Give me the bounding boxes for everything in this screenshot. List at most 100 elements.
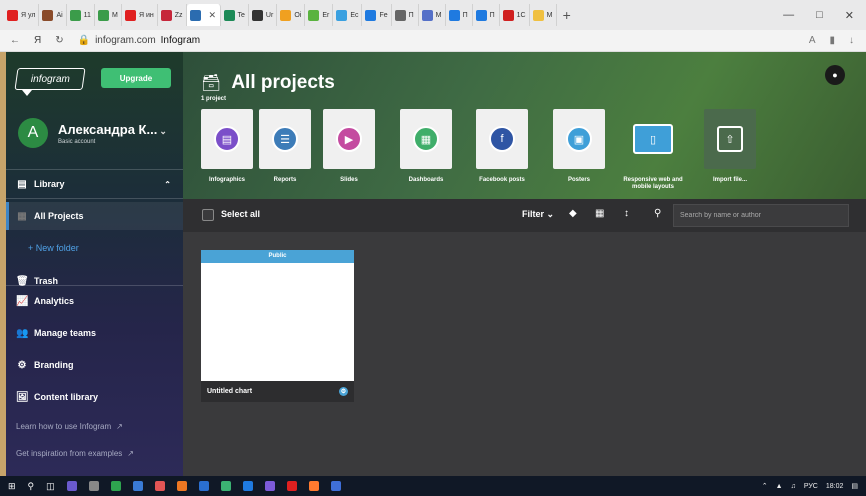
browser-tab[interactable]: Я ул bbox=[4, 4, 40, 26]
sidebar-item-branding[interactable]: ⚙ Branding bbox=[6, 351, 183, 379]
select-all-checkbox[interactable] bbox=[202, 209, 214, 221]
tab-label: Oi bbox=[294, 11, 302, 19]
notification-icon[interactable]: ▤ bbox=[851, 482, 858, 490]
settings-icon[interactable]: ⚙ bbox=[339, 387, 348, 396]
chevron-up-icon: ⌃ bbox=[164, 179, 171, 189]
grid-view-icon[interactable]: ▦ bbox=[595, 208, 604, 219]
close-icon[interactable]: ✕ bbox=[845, 9, 854, 22]
browser-tab[interactable]: П bbox=[446, 4, 473, 26]
windows-start-icon[interactable]: ⊞ bbox=[8, 481, 16, 492]
logo-text: infogram bbox=[30, 73, 70, 85]
sidebar-item-label: Manage teams bbox=[34, 328, 97, 338]
project-card[interactable]: Public Untitled chart ⚙ bbox=[201, 250, 354, 402]
app-icon[interactable] bbox=[66, 481, 77, 491]
browser-tab[interactable]: Zz bbox=[158, 4, 187, 26]
project-type-card-import[interactable]: ⇧ bbox=[704, 109, 756, 169]
infogram-logo[interactable]: infogram bbox=[14, 68, 86, 90]
reload-icon[interactable]: ↻ bbox=[55, 35, 63, 46]
project-type-label: Posters bbox=[567, 177, 590, 183]
browser-tab[interactable]: Oi bbox=[277, 4, 306, 26]
project-type-card-facebook[interactable]: f bbox=[476, 109, 528, 169]
tab-label: Fe bbox=[379, 11, 388, 19]
browser-tab[interactable]: П bbox=[392, 4, 419, 26]
search-icon[interactable]: ⚲ bbox=[28, 481, 35, 492]
network-icon[interactable]: ▲ bbox=[776, 483, 783, 490]
app-icon[interactable] bbox=[220, 481, 231, 491]
palette-icon: ⚙ bbox=[17, 359, 27, 371]
app-icon[interactable] bbox=[308, 481, 319, 491]
sidebar-item-analytics[interactable]: 📈 Analytics bbox=[6, 287, 183, 315]
language-indicator[interactable]: РУС bbox=[804, 483, 818, 490]
app-icon[interactable] bbox=[242, 481, 253, 491]
close-tab-icon[interactable]: ✕ bbox=[209, 10, 217, 21]
filter-dropdown[interactable]: Filter ⌄ bbox=[522, 209, 554, 220]
chevron-up-icon[interactable]: ⌃ bbox=[762, 482, 768, 490]
sidebar-item-all-projects[interactable]: ▦ All Projects bbox=[6, 202, 183, 230]
browser-tab[interactable]: П bbox=[473, 4, 500, 26]
report-icon: ☰ bbox=[272, 126, 298, 152]
browser-tab[interactable]: Te bbox=[221, 4, 249, 26]
app-icon[interactable] bbox=[330, 481, 341, 491]
sidebar-item-library[interactable]: ▤ Library ⌃ bbox=[6, 170, 183, 198]
window-controls: — □ ✕ bbox=[783, 9, 854, 22]
sidebar-item-manage-teams[interactable]: 👥 Manage teams bbox=[6, 319, 183, 347]
app-icon[interactable] bbox=[264, 481, 275, 491]
translate-icon[interactable]: A bbox=[809, 35, 816, 46]
tab-label: Er bbox=[322, 11, 330, 19]
select-all-label[interactable]: Select all bbox=[221, 209, 260, 219]
project-thumbnail[interactable] bbox=[201, 263, 354, 381]
browser-tab[interactable]: Fe bbox=[362, 4, 392, 26]
project-type-card-slides[interactable]: ▶ bbox=[323, 109, 375, 169]
back-icon[interactable]: ← bbox=[10, 35, 20, 46]
browser-tab[interactable]: M bbox=[530, 4, 557, 26]
tab-label: 11 bbox=[83, 11, 91, 19]
sidebar-item-content-library[interactable]: 🖼 Content library bbox=[6, 383, 183, 411]
app-icon[interactable] bbox=[198, 481, 209, 491]
app-icon[interactable] bbox=[154, 481, 165, 491]
account-icon[interactable]: ● bbox=[825, 65, 845, 85]
maximize-icon[interactable]: □ bbox=[816, 9, 823, 22]
app-icon[interactable] bbox=[176, 481, 187, 491]
app-icon[interactable] bbox=[132, 481, 143, 491]
new-folder-link[interactable]: + New folder bbox=[6, 234, 183, 262]
browser-tab[interactable]: Я ин bbox=[122, 4, 158, 26]
browser-tab[interactable]: Ai bbox=[39, 4, 67, 26]
hero-banner: 🗃 All projects 1 project ● ▤ Infographics… bbox=[183, 52, 866, 199]
task-view-icon[interactable]: ◫ bbox=[46, 481, 55, 492]
tab-favicon-icon bbox=[42, 9, 54, 21]
project-type-card-report[interactable]: ☰ bbox=[259, 109, 311, 169]
tag-icon[interactable]: ◆ bbox=[569, 208, 577, 219]
bookmark-icon[interactable]: ▮ bbox=[829, 35, 835, 46]
tab-favicon-icon bbox=[97, 9, 109, 21]
app-icon[interactable] bbox=[88, 481, 99, 491]
lock-icon: 🔒 bbox=[77, 35, 91, 46]
browser-tab[interactable]: 1C bbox=[500, 4, 530, 26]
browser-tab[interactable]: M bbox=[419, 4, 446, 26]
yandex-icon[interactable]: Я bbox=[34, 35, 41, 46]
learn-link[interactable]: Learn how to use Infogram ↗ bbox=[16, 422, 123, 431]
browser-tab[interactable]: ✕ bbox=[186, 4, 221, 26]
app-icon[interactable] bbox=[110, 481, 121, 491]
project-type-card-responsive[interactable]: ▯ bbox=[622, 109, 684, 169]
volume-icon[interactable]: ♫ bbox=[791, 483, 796, 490]
new-tab-icon[interactable]: + bbox=[563, 7, 571, 23]
search-input[interactable] bbox=[673, 204, 849, 227]
browser-tab[interactable]: Ur bbox=[249, 4, 278, 26]
minimize-icon[interactable]: — bbox=[783, 9, 794, 22]
sort-icon[interactable]: ↕ bbox=[624, 208, 629, 219]
browser-tab[interactable]: 11 bbox=[67, 4, 95, 26]
sidebar-item-label: Content library bbox=[34, 392, 99, 402]
url-field[interactable]: 🔒 infogram.com Infogram bbox=[78, 35, 201, 46]
upgrade-button[interactable]: Upgrade bbox=[101, 68, 171, 88]
clock[interactable]: 18:02 bbox=[826, 483, 844, 490]
browser-tab[interactable]: M bbox=[95, 4, 122, 26]
download-icon[interactable]: ↓ bbox=[849, 35, 854, 46]
user-account-menu[interactable]: A Александра К... ⌄ Basic account bbox=[18, 118, 178, 148]
project-type-card-dashboard[interactable]: ▦ bbox=[400, 109, 452, 169]
project-type-card-poster[interactable]: ▣ bbox=[553, 109, 605, 169]
browser-tab[interactable]: Er bbox=[305, 4, 334, 26]
app-icon[interactable] bbox=[286, 481, 297, 491]
browser-tab[interactable]: Ec bbox=[333, 4, 363, 26]
project-type-card-infographic[interactable]: ▤ bbox=[201, 109, 253, 169]
inspiration-link[interactable]: Get inspiration from examples ↗ bbox=[16, 449, 134, 458]
